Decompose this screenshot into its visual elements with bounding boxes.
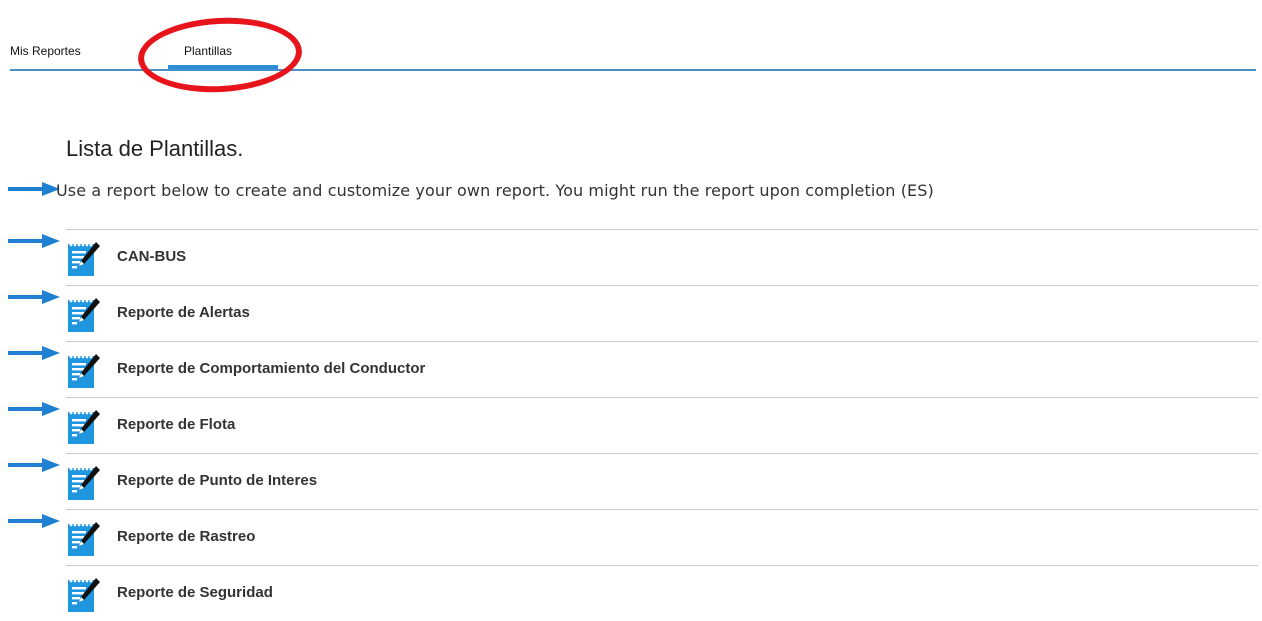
template-item[interactable]: Reporte de Rastreo	[66, 509, 1258, 565]
tab-bar: Mis Reportes Plantillas	[10, 0, 1256, 71]
template-item[interactable]: Reporte de Punto de Interes	[66, 453, 1258, 509]
edit-report-icon	[66, 352, 102, 390]
template-item[interactable]: Reporte de Comportamiento del Conductor	[66, 341, 1258, 397]
edit-report-icon	[66, 520, 102, 558]
annotation-arrow-icon	[8, 458, 60, 472]
annotation-arrow-icon	[8, 290, 60, 304]
template-item-label[interactable]: Reporte de Seguridad	[117, 584, 273, 601]
annotation-arrow-icon	[8, 234, 60, 248]
annotation-arrow-icon	[8, 346, 60, 360]
template-item-label[interactable]: Reporte de Rastreo	[117, 528, 255, 545]
template-item[interactable]: Reporte de Alertas	[66, 285, 1258, 341]
template-item-label[interactable]: Reporte de Punto de Interes	[117, 472, 317, 489]
template-list: CAN-BUS Reporte de Alertas Reporte de Co…	[66, 229, 1258, 621]
edit-report-icon	[66, 296, 102, 334]
page-description: Use a report below to create and customi…	[56, 181, 934, 200]
active-tab-indicator	[168, 65, 278, 69]
page-title: Lista de Plantillas.	[66, 136, 244, 161]
edit-report-icon	[66, 408, 102, 446]
template-item[interactable]: CAN-BUS	[66, 229, 1258, 285]
template-item-label[interactable]: Reporte de Comportamiento del Conductor	[117, 360, 425, 377]
template-item[interactable]: Reporte de Flota	[66, 397, 1258, 453]
template-item-label[interactable]: CAN-BUS	[117, 248, 186, 265]
annotation-arrow-icon	[8, 402, 60, 416]
edit-report-icon	[66, 240, 102, 278]
template-item[interactable]: Reporte de Seguridad	[66, 565, 1258, 621]
edit-report-icon	[66, 576, 102, 614]
annotation-arrow-icon	[8, 514, 60, 528]
template-item-label[interactable]: Reporte de Flota	[117, 416, 235, 433]
annotation-arrow-icon	[8, 182, 60, 196]
edit-report-icon	[66, 464, 102, 502]
template-item-label[interactable]: Reporte de Alertas	[117, 304, 250, 321]
tab-plantillas[interactable]: Plantillas	[184, 44, 232, 58]
tab-mis-reportes[interactable]: Mis Reportes	[10, 44, 81, 58]
